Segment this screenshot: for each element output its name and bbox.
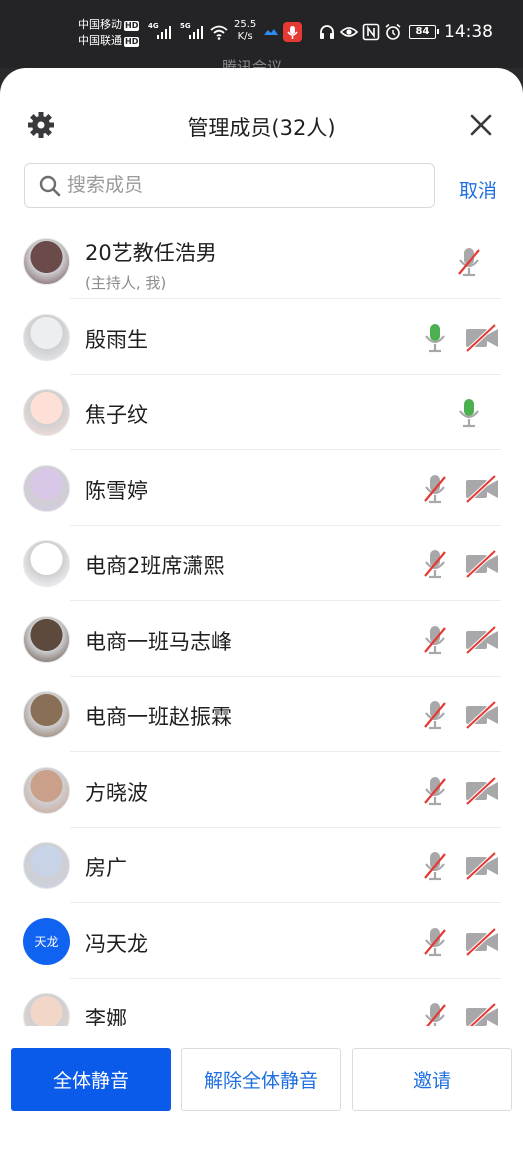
avatar: [23, 313, 70, 361]
camera-off-icon[interactable]: [464, 699, 500, 731]
member-name: 电商2班席潇熙: [85, 554, 225, 578]
mic-muted-icon[interactable]: [417, 926, 453, 958]
member-name: 焦子纹: [85, 403, 148, 427]
member-row[interactable]: 电商2班席潇熙: [0, 526, 523, 601]
camera-off-icon[interactable]: [464, 926, 500, 958]
member-list[interactable]: 20艺教任浩男 (主持人, 我) 殷雨生焦子纹陈雪婷电商2班席潇熙 电商一班马志峰 电商…: [0, 224, 523, 1026]
mic-muted-icon[interactable]: [417, 1001, 453, 1026]
net-speed: 25.5 K/s: [234, 19, 256, 43]
member-row[interactable]: 殷雨生: [0, 300, 523, 375]
headset-icon: [320, 25, 334, 39]
carrier-info: 中国移动 HD 中国联通 HD: [78, 17, 140, 49]
member-role: (主持人, 我): [85, 274, 167, 292]
nfc-icon: [362, 23, 380, 41]
mic-muted-icon[interactable]: [417, 775, 453, 807]
member-row[interactable]: 天龙 冯天龙: [0, 904, 523, 979]
avatar: [23, 464, 70, 512]
hd-badge: HD: [124, 21, 140, 31]
sheet-header: 管理成员(32人): [0, 68, 523, 154]
avatar: [23, 766, 70, 814]
signal-bars-icon: [189, 25, 205, 39]
cancel-button[interactable]: 取消: [459, 176, 497, 203]
clock: 14:38: [444, 22, 493, 42]
mic-muted-icon[interactable]: [417, 850, 453, 882]
alarm-icon: [385, 23, 401, 40]
carrier-2: 中国联通: [78, 34, 122, 47]
hd-badge: HD: [124, 37, 140, 47]
mic-icon[interactable]: [451, 397, 487, 429]
member-name: 房广: [85, 856, 127, 880]
avatar: 天龙: [23, 917, 70, 965]
camera-off-icon[interactable]: [464, 473, 500, 505]
member-name: 李娜: [85, 1007, 127, 1026]
search-icon: [39, 175, 61, 197]
battery-level: 84: [415, 26, 430, 37]
recording-mic-icon: [283, 22, 302, 42]
avatar: [23, 540, 70, 587]
search-input[interactable]: [67, 164, 427, 206]
member-name: 方晓波: [85, 780, 148, 805]
avatar: [23, 993, 70, 1026]
unmute-all-button[interactable]: 解除全体静音: [181, 1048, 341, 1111]
member-row[interactable]: 方晓波: [0, 753, 523, 828]
avatar: [23, 842, 70, 889]
page-title: 管理成员(32人): [187, 116, 336, 140]
member-name: 电商一班马志峰: [85, 629, 232, 654]
avatar: [23, 238, 70, 285]
camera-off-icon[interactable]: [464, 775, 500, 807]
member-name: 殷雨生: [85, 327, 148, 352]
invite-button[interactable]: 邀请: [352, 1048, 512, 1111]
member-name: 20艺教任浩男: [85, 241, 217, 265]
net-speed-value: 25.5: [234, 19, 257, 30]
member-name: 电商一班赵振霖: [85, 705, 232, 729]
eye-icon: [340, 27, 358, 37]
manage-members-sheet: 管理成员(32人) 取消 20艺教任浩男 (主持人, 我) 殷雨生焦子纹陈雪婷电商2…: [0, 68, 523, 1162]
mic-muted-icon[interactable]: [417, 473, 453, 505]
avatar: [23, 389, 70, 436]
mic-muted-icon[interactable]: [451, 246, 487, 278]
footer-actions: 全体静音 解除全体静音 邀请: [0, 1026, 523, 1162]
member-name: 陈雪婷: [85, 478, 148, 503]
avatar: [23, 691, 70, 738]
camera-off-icon[interactable]: [464, 1001, 500, 1026]
battery-icon: 84: [409, 25, 439, 39]
member-row[interactable]: 李娜: [0, 979, 523, 1026]
signal-bars-icon: [157, 25, 173, 39]
avatar: [23, 615, 70, 663]
mic-icon[interactable]: [417, 322, 453, 354]
camera-off-icon[interactable]: [464, 624, 500, 656]
member-row[interactable]: 焦子纹: [0, 375, 523, 450]
camera-off-icon[interactable]: [464, 850, 500, 882]
member-row[interactable]: 电商一班马志峰: [0, 602, 523, 677]
wifi-icon: [210, 25, 228, 40]
member-row[interactable]: 房广: [0, 828, 523, 903]
member-name: 冯天龙: [85, 931, 148, 956]
mute-all-button[interactable]: 全体静音: [11, 1048, 171, 1111]
mic-muted-icon[interactable]: [417, 699, 453, 731]
member-row[interactable]: 电商一班赵振霖: [0, 677, 523, 752]
camera-off-icon[interactable]: [464, 548, 500, 580]
net-speed-unit: K/s: [237, 31, 253, 42]
member-row[interactable]: 20艺教任浩男 (主持人, 我): [0, 224, 523, 299]
member-row[interactable]: 陈雪婷: [0, 451, 523, 526]
close-icon[interactable]: [466, 110, 496, 140]
carrier-1: 中国移动: [78, 18, 122, 31]
mic-muted-icon[interactable]: [417, 548, 453, 580]
mic-muted-icon[interactable]: [417, 624, 453, 656]
meeting-app-icon: [264, 29, 278, 35]
search-box[interactable]: [24, 163, 435, 208]
camera-off-icon[interactable]: [464, 322, 500, 354]
